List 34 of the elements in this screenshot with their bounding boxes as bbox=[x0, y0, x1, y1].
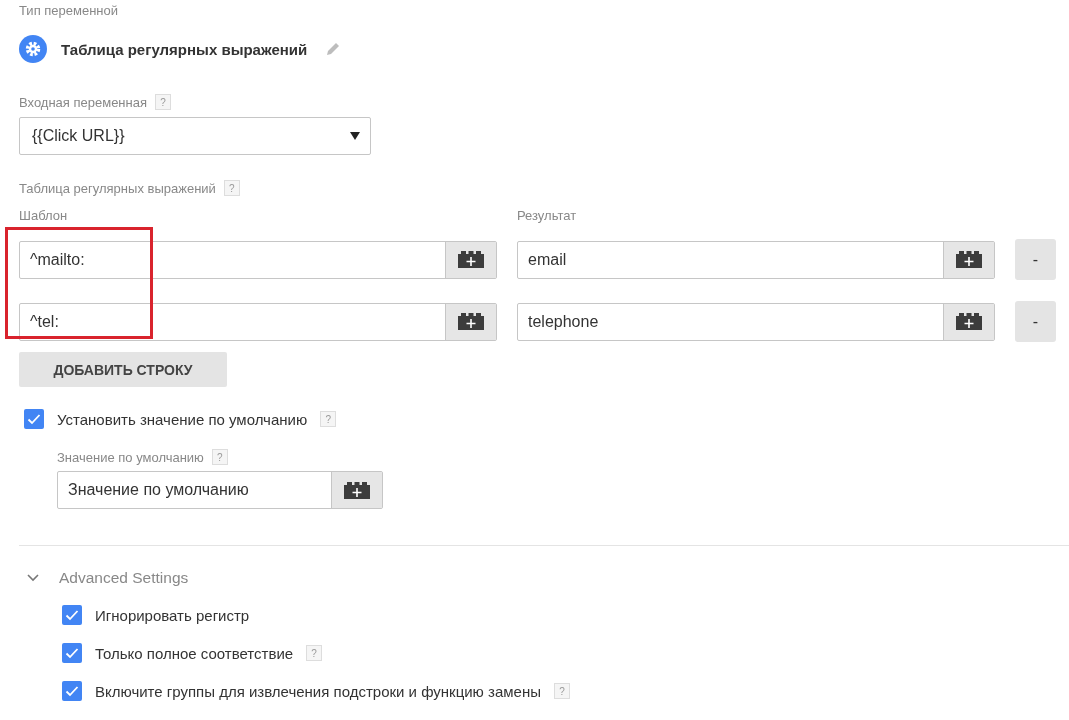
remove-row-button[interactable]: - bbox=[1015, 239, 1056, 280]
variable-block-icon bbox=[956, 251, 982, 268]
field-label: Входная переменная bbox=[19, 94, 147, 110]
variable-type-name: Таблица регулярных выражений bbox=[61, 40, 308, 58]
gear-icon bbox=[19, 35, 47, 63]
pattern-field[interactable]: ^tel: bbox=[19, 302, 497, 341]
column-header: Шаблон bbox=[19, 208, 69, 223]
checkbox[interactable] bbox=[62, 605, 82, 625]
checkbox-label: Установить значение по умолчанию bbox=[57, 410, 308, 428]
column-header: Результат bbox=[517, 208, 577, 223]
result-field[interactable]: telephone bbox=[517, 302, 995, 341]
variable-block-icon bbox=[458, 313, 484, 330]
checkbox[interactable] bbox=[24, 409, 44, 429]
checkbox-label: Игнорировать регистр bbox=[95, 606, 250, 624]
checkbox-label: Включите группы для извлечения подстроки и функцию замены bbox=[95, 682, 541, 700]
result-field[interactable]: email bbox=[517, 240, 995, 279]
variable-block-icon bbox=[956, 313, 982, 330]
input-variable-dropdown[interactable]: {{Click URL}} bbox=[19, 117, 371, 155]
chevron-icon[interactable] bbox=[27, 574, 39, 582]
variable-block-icon bbox=[344, 481, 370, 499]
checkbox-label: Только полное соответствие bbox=[95, 644, 294, 662]
remove-row-button[interactable]: - bbox=[1015, 301, 1056, 342]
pattern-field[interactable]: ^mailto: bbox=[19, 240, 497, 279]
section-label: Тип переменной bbox=[19, 2, 120, 18]
default-value-field[interactable]: Значение по умолчанию bbox=[57, 471, 383, 509]
field-label: Значение по умолчанию bbox=[57, 449, 204, 465]
checkbox[interactable] bbox=[62, 643, 82, 663]
field-label: Таблица регулярных выражений bbox=[19, 180, 216, 196]
dropdown-arrow-icon bbox=[350, 132, 360, 140]
edit-icon[interactable] bbox=[325, 41, 342, 57]
checkbox[interactable] bbox=[62, 681, 82, 701]
section-title[interactable]: Advanced Settings bbox=[59, 569, 189, 587]
variable-block-icon bbox=[458, 251, 484, 268]
add-row-button[interactable]: ДОБАВИТЬ СТРОКУ bbox=[19, 352, 227, 387]
